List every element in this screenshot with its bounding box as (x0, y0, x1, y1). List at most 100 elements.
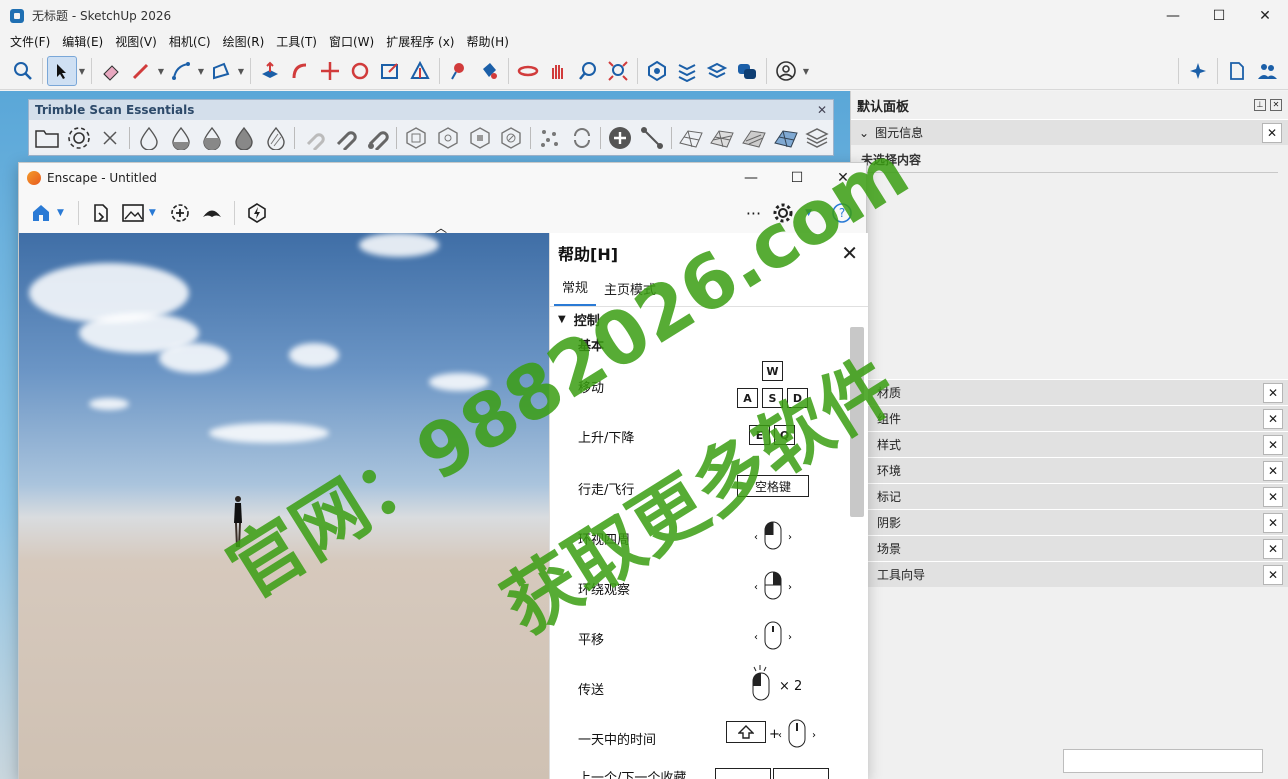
menu-draw[interactable]: 绘图(R) (217, 31, 271, 53)
tray-scenes[interactable]: 场景 ✕ (851, 535, 1288, 561)
magnet-plus-icon[interactable] (362, 122, 394, 154)
enscape-minimize-button[interactable]: — (728, 163, 774, 193)
users-icon[interactable] (1252, 56, 1282, 86)
tray-materials[interactable]: 材质 ✕ (851, 379, 1288, 405)
maximize-button[interactable]: ☐ (1196, 0, 1242, 31)
tray-entity-info-close[interactable]: ✕ (1262, 122, 1282, 143)
image-capture-icon[interactable] (117, 197, 149, 229)
help-close-button[interactable]: ✕ (841, 241, 858, 265)
close-tray-icon[interactable]: ✕ (1270, 99, 1282, 111)
tray-close-button[interactable]: ✕ (1263, 564, 1283, 585)
layout-send-icon[interactable] (702, 56, 732, 86)
menu-help[interactable]: 帮助(H) (460, 31, 514, 53)
search-icon[interactable] (8, 56, 38, 86)
hex-disable-icon[interactable] (495, 122, 527, 154)
account-icon[interactable] (771, 56, 801, 86)
tray-tags[interactable]: 标记 ✕ (851, 483, 1288, 509)
3d-warehouse-icon[interactable] (642, 56, 672, 86)
settings-gear-icon[interactable] (63, 122, 95, 154)
paint-bucket-icon[interactable] (474, 56, 504, 86)
pencil-line-icon[interactable] (126, 56, 156, 86)
select-tool-icon[interactable] (47, 56, 77, 86)
settings-icon[interactable] (767, 197, 799, 229)
tray-close-button[interactable]: ✕ (1263, 538, 1283, 559)
line-dropdown-icon[interactable]: ▼ (156, 56, 166, 86)
tray-close-button[interactable]: ✕ (1263, 434, 1283, 455)
zoom-extents-icon[interactable] (603, 56, 633, 86)
live-sync-icon[interactable] (241, 197, 273, 229)
tray-close-button[interactable]: ✕ (1263, 486, 1283, 507)
help-icon[interactable]: ? (826, 197, 858, 229)
mesh-icon[interactable] (675, 122, 707, 154)
tab-general[interactable]: 常规 (554, 277, 597, 306)
tray-close-button[interactable]: ✕ (1263, 512, 1283, 533)
hex-box-icon[interactable] (400, 122, 432, 154)
tray-environment[interactable]: 环境 ✕ (851, 457, 1288, 483)
menu-view[interactable]: 视图(V) (109, 31, 163, 53)
scan-toolbar-close-button[interactable]: ✕ (817, 103, 827, 117)
measure-line-icon[interactable] (636, 122, 668, 154)
tray-close-button[interactable]: ✕ (1263, 460, 1283, 481)
drop-half-icon[interactable] (165, 122, 197, 154)
magnet-dim-icon[interactable] (298, 122, 330, 154)
drop-mostly-icon[interactable] (196, 122, 228, 154)
new-document-icon[interactable] (1222, 56, 1252, 86)
export-document-icon[interactable] (85, 197, 117, 229)
tray-entity-info[interactable]: ⌄ 图元信息 ✕ (851, 119, 1288, 145)
magnet-icon[interactable] (330, 122, 362, 154)
rectangle-icon[interactable] (206, 56, 236, 86)
close-button[interactable]: ✕ (1242, 0, 1288, 31)
add-circle-icon[interactable] (604, 122, 636, 154)
menu-file[interactable]: 文件(F) (4, 31, 56, 53)
mesh-dense-icon[interactable] (706, 122, 738, 154)
drop-striped-icon[interactable] (260, 122, 292, 154)
menu-edit[interactable]: 编辑(E) (56, 31, 109, 53)
eraser-icon[interactable] (96, 56, 126, 86)
enscape-render-view[interactable] (19, 233, 549, 779)
vr-headset-icon[interactable] (196, 197, 228, 229)
home-dropdown-icon[interactable]: ▼ (57, 208, 64, 218)
image-dropdown-icon[interactable]: ▼ (149, 208, 156, 218)
asset-library-icon[interactable] (164, 197, 196, 229)
push-pull-icon[interactable] (255, 56, 285, 86)
tape-measure-icon[interactable] (444, 56, 474, 86)
arc-icon[interactable] (166, 56, 196, 86)
pin-tray-icon[interactable]: ⊥ (1254, 99, 1266, 111)
scatter-points-icon[interactable] (534, 122, 566, 154)
enscape-maximize-button[interactable]: ☐ (774, 163, 820, 193)
select-dropdown-icon[interactable]: ▼ (77, 56, 87, 86)
refresh-icon[interactable] (566, 122, 598, 154)
pan-hand-icon[interactable] (543, 56, 573, 86)
shape-dropdown-icon[interactable]: ▼ (236, 56, 246, 86)
extension-warehouse-icon[interactable] (672, 56, 702, 86)
measurements-box[interactable] (1063, 749, 1263, 773)
arc-dropdown-icon[interactable]: ▼ (196, 56, 206, 86)
menu-window[interactable]: 窗口(W) (323, 31, 380, 53)
home-icon[interactable] (25, 197, 57, 229)
follow-me-icon[interactable] (285, 56, 315, 86)
enscape-close-button[interactable]: ✕ (820, 163, 866, 193)
scale-icon[interactable] (375, 56, 405, 86)
ai-sparkle-icon[interactable] (1183, 56, 1213, 86)
controls-section[interactable]: ▼ 控制 (550, 307, 868, 331)
tray-components[interactable]: 组件 ✕ (851, 405, 1288, 431)
orbit-icon[interactable] (513, 56, 543, 86)
tray-close-button[interactable]: ✕ (1263, 382, 1283, 403)
menu-tools[interactable]: 工具(T) (270, 31, 323, 53)
drop-full-icon[interactable] (228, 122, 260, 154)
account-dropdown-icon[interactable]: ▼ (801, 56, 811, 86)
tray-instructor[interactable]: 工具向导 ✕ (851, 561, 1288, 587)
tray-styles[interactable]: 样式 ✕ (851, 431, 1288, 457)
tray-close-button[interactable]: ✕ (1263, 408, 1283, 429)
mesh-blue-icon[interactable] (770, 122, 802, 154)
hex-cube-icon[interactable] (464, 122, 496, 154)
settings-dropdown-icon[interactable]: ▼ (805, 208, 812, 218)
more-options-icon[interactable]: ··· (746, 204, 761, 223)
close-x-icon[interactable] (94, 122, 126, 154)
folder-icon[interactable] (31, 122, 63, 154)
tab-home-mode[interactable]: 主页模式 (596, 279, 664, 306)
help-scrollbar[interactable] (850, 327, 864, 517)
move-icon[interactable] (315, 56, 345, 86)
drop-outline-icon[interactable] (133, 122, 165, 154)
zoom-icon[interactable] (573, 56, 603, 86)
